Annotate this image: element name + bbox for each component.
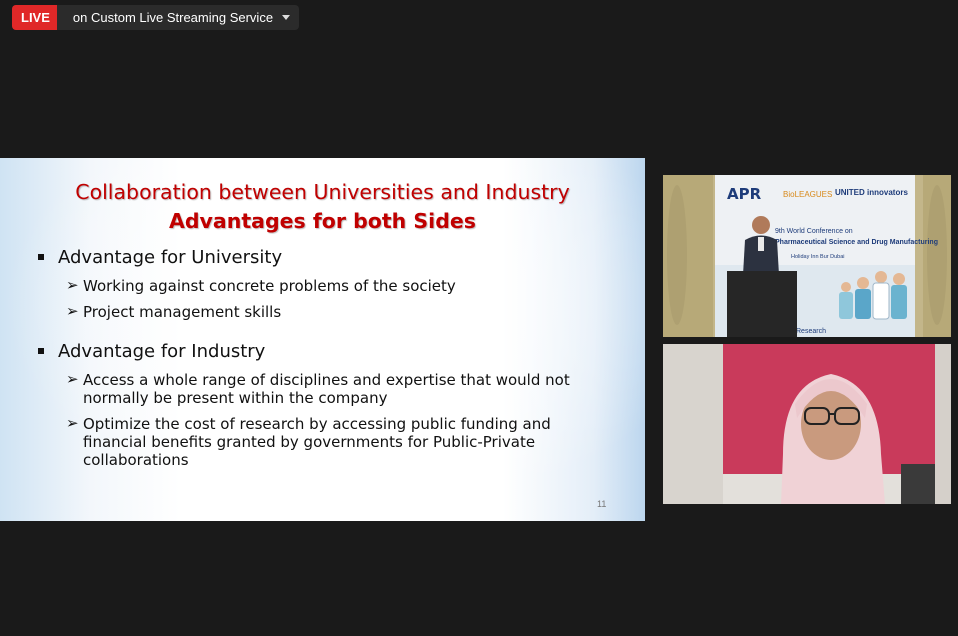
bullet-item: Optimize the cost of research by accessi… <box>83 415 551 469</box>
arrow-bullet-icon: ➢ <box>66 415 79 432</box>
bullet-item-line: Access a whole range of disciplines and … <box>83 371 570 389</box>
bullet-item-line: collaborations <box>83 451 189 469</box>
section-heading: Advantage for University <box>58 247 283 268</box>
arrow-bullet-icon: ➢ <box>66 277 79 294</box>
podium <box>727 271 797 337</box>
banner-line: 9th World Conference on <box>775 228 853 235</box>
section-heading: Advantage for Industry <box>58 341 266 362</box>
banner-corner-text: Research <box>796 328 826 335</box>
video-tile-speaker[interactable]: APR BioLEAGUES UNITED innovators 9th Wor… <box>663 175 951 337</box>
banner-logo: APR <box>727 185 762 203</box>
bullet-item-line: normally be present within the company <box>83 389 388 407</box>
bullet-item-line: Optimize the cost of research by accessi… <box>83 415 551 433</box>
arrow-bullet-icon: ➢ <box>66 303 79 320</box>
banner-venue: Holiday Inn Bur Dubai <box>791 254 845 260</box>
bullet-square-icon <box>38 254 44 260</box>
slide-page-number: 11 <box>597 499 607 509</box>
slide-title: Collaboration between Universities and I… <box>75 180 570 204</box>
speaker-video-feed: APR BioLEAGUES UNITED innovators 9th Wor… <box>663 175 951 337</box>
banner-sponsor: UNITED innovators <box>835 188 908 197</box>
banner-line: Pharmaceutical Science and Drug Manufact… <box>775 239 938 246</box>
video-tile-attendee[interactable] <box>663 344 951 504</box>
bullet-item: Access a whole range of disciplines and … <box>83 371 570 407</box>
banner-sponsor: BioLEAGUES <box>783 190 832 199</box>
arrow-bullet-icon: ➢ <box>66 371 79 388</box>
chevron-down-icon[interactable] <box>282 15 290 20</box>
bullet-item: Project management skills <box>83 303 282 321</box>
shared-slide: Collaboration between Universities and I… <box>0 158 645 521</box>
bullet-square-icon <box>38 348 44 354</box>
attendee-video-feed <box>663 344 951 504</box>
live-badge: LIVE <box>12 5 57 30</box>
live-stream-label: on Custom Live Streaming Service <box>72 10 274 25</box>
bullet-item-line: financial benefits granted by government… <box>83 433 536 451</box>
slide-subtitle: Advantages for both Sides <box>169 209 476 233</box>
live-stream-dropdown[interactable]: LIVE on Custom Live Streaming Service <box>12 5 299 30</box>
bullet-item: Working against concrete problems of the… <box>83 277 456 295</box>
